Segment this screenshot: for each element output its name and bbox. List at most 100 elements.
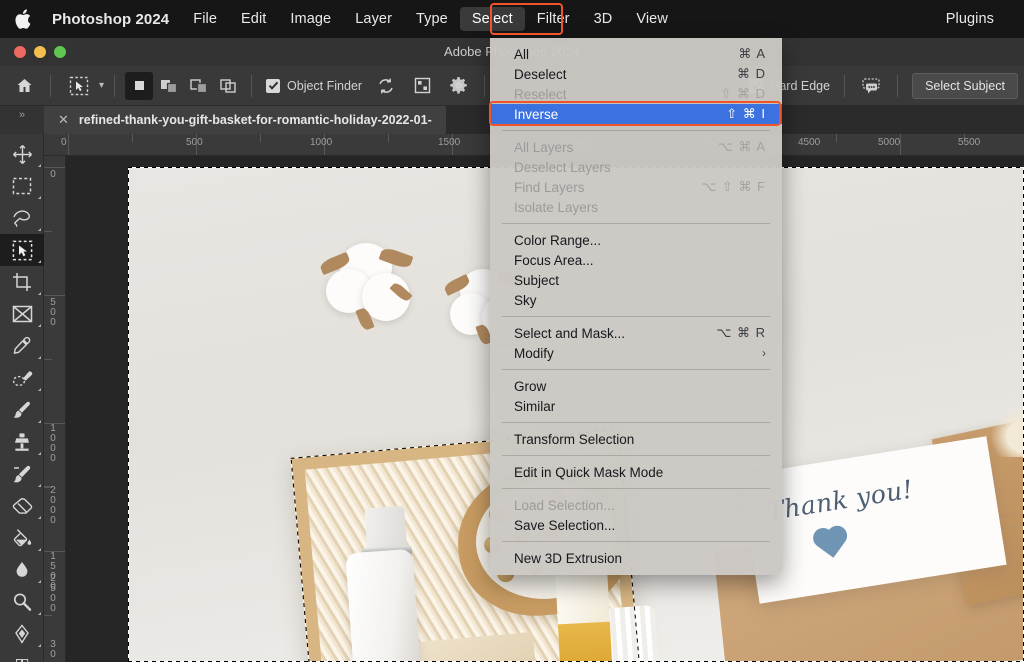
menubar-item-type[interactable]: Type — [404, 7, 460, 31]
ruler-v-label: 1500 — [48, 552, 58, 592]
ruler-v-label: 500 — [48, 298, 58, 328]
history-brush-tool[interactable] — [0, 458, 44, 490]
menu-item-label: All — [514, 47, 529, 62]
menu-item-edit-in-quick-mask-mode[interactable]: Edit in Quick Mask Mode — [490, 462, 782, 482]
lasso-tool[interactable] — [0, 202, 44, 234]
menu-item-label: Inverse — [514, 107, 558, 122]
checkbox-checked-icon[interactable] — [266, 79, 280, 93]
menu-item-shortcut: ⇧ ⌘ D — [720, 86, 766, 102]
cotton-flower — [318, 235, 428, 335]
menu-item-select-and-mask[interactable]: Select and Mask... ⌥ ⌘ R — [490, 323, 782, 343]
move-tool[interactable] — [0, 138, 44, 170]
ruler-v-label: 0 — [48, 170, 58, 180]
chevron-down-icon[interactable]: ▾ — [99, 80, 104, 91]
select-subject-cloud-icon[interactable] — [856, 71, 886, 101]
menu-item-inverse[interactable]: Inverse ⇧ ⌘ I — [490, 104, 782, 124]
menu-item-similar[interactable]: Similar — [490, 396, 782, 416]
ruler-v-label: 1000 — [48, 424, 58, 464]
pen-tool[interactable] — [0, 618, 44, 650]
dodge-tool[interactable] — [0, 586, 44, 618]
refresh-icon[interactable] — [371, 71, 401, 101]
menubar-item-plugins[interactable]: Plugins — [934, 7, 1006, 31]
menu-item-transform-selection[interactable]: Transform Selection — [490, 429, 782, 449]
vertical-ruler[interactable]: 0 500 1000 1500 — [44, 156, 66, 662]
ruler-h-label: 500 — [186, 137, 203, 148]
divider — [50, 75, 51, 97]
gear-icon[interactable] — [443, 71, 473, 101]
menu-item-save-selection[interactable]: Save Selection... — [490, 515, 782, 535]
menu-item-sky[interactable]: Sky — [490, 290, 782, 310]
type-tool[interactable]: T — [0, 650, 44, 662]
chevron-right-icon: › — [762, 346, 766, 360]
document-tab[interactable]: ✕ refined-thank-you-gift-basket-for-roma… — [44, 106, 446, 134]
blur-tool[interactable] — [0, 554, 44, 586]
menu-separator — [502, 488, 770, 489]
oil-bottle — [555, 564, 613, 662]
spot-healing-brush-tool[interactable] — [0, 362, 44, 394]
eraser-tool[interactable] — [0, 490, 44, 522]
object-selection-tool[interactable] — [0, 234, 44, 266]
menu-item-shortcut: ⌘ A — [738, 46, 766, 62]
close-icon[interactable]: ✕ — [58, 112, 69, 128]
menubar-item-file[interactable]: File — [181, 7, 229, 31]
divider — [484, 75, 485, 97]
new-selection-button[interactable] — [125, 72, 153, 100]
object-selection-tool-icon[interactable] — [64, 71, 94, 101]
apple-logo-icon[interactable] — [14, 8, 36, 30]
gradient-tool[interactable] — [0, 522, 44, 554]
home-icon[interactable] — [9, 71, 39, 101]
crop-tool[interactable] — [0, 266, 44, 298]
divider — [844, 75, 845, 97]
menu-item-isolate-layers: Isolate Layers — [490, 197, 782, 217]
menu-item-shortcut: ⌥ ⇧ ⌘ F — [701, 179, 766, 195]
menu-item-all-layers: All Layers ⌥ ⌘ A — [490, 137, 782, 157]
menu-item-focus-area[interactable]: Focus Area... — [490, 250, 782, 270]
frame-tool[interactable] — [0, 298, 44, 330]
menu-item-label: New 3D Extrusion — [514, 551, 622, 566]
menubar-item-3d[interactable]: 3D — [582, 7, 625, 31]
ruler-h-label: 5000 — [878, 137, 900, 148]
divider — [114, 75, 115, 97]
subtract-from-selection-button[interactable] — [185, 72, 213, 100]
menubar-app-name[interactable]: Photoshop 2024 — [48, 7, 181, 32]
menu-item-label: Find Layers — [514, 180, 585, 195]
menu-item-modify[interactable]: Modify › — [490, 343, 782, 363]
brush-tool[interactable] — [0, 394, 44, 426]
menu-item-label: Reselect — [514, 87, 567, 102]
menubar-item-layer[interactable]: Layer — [343, 7, 404, 31]
menu-item-label: Focus Area... — [514, 253, 594, 268]
expand-panels-icon[interactable]: » — [0, 106, 44, 134]
menu-item-color-range[interactable]: Color Range... — [490, 230, 782, 250]
menu-item-deselect[interactable]: Deselect ⌘ D — [490, 64, 782, 84]
select-menu-dropdown[interactable]: All ⌘ A Deselect ⌘ D Reselect ⇧ ⌘ D Inve… — [490, 38, 782, 575]
menubar-item-select[interactable]: Select — [460, 7, 525, 31]
menubar-item-edit[interactable]: Edit — [229, 7, 278, 31]
tool-preset-picker[interactable]: ▾ — [61, 71, 104, 101]
menu-separator — [502, 422, 770, 423]
menu-item-subject[interactable]: Subject — [490, 270, 782, 290]
menu-item-new-3d-extrusion[interactable]: New 3D Extrusion — [490, 548, 782, 568]
menubar-item-filter[interactable]: Filter — [525, 7, 582, 31]
menu-item-shortcut: ⇧ ⌘ I — [726, 106, 766, 122]
menu-item-label: Edit in Quick Mask Mode — [514, 465, 663, 480]
menubar-item-image[interactable]: Image — [278, 7, 343, 31]
object-finder-checkbox[interactable]: Object Finder — [266, 79, 362, 93]
tools-palette: T — [0, 134, 44, 662]
document-tab-label: refined-thank-you-gift-basket-for-romant… — [79, 113, 432, 127]
ruler-h-label: 5500 — [958, 137, 980, 148]
menu-item-grow[interactable]: Grow — [490, 376, 782, 396]
clone-stamp-tool[interactable] — [0, 426, 44, 458]
intersect-with-selection-button[interactable] — [215, 72, 243, 100]
menu-separator — [502, 223, 770, 224]
mac-menu-bar: Photoshop 2024 File Edit Image Layer Typ… — [0, 0, 1024, 38]
rectangular-marquee-tool[interactable] — [0, 170, 44, 202]
eyedropper-tool[interactable] — [0, 330, 44, 362]
heart-icon — [817, 530, 845, 558]
menu-item-label: Deselect — [514, 67, 567, 82]
show-all-objects-icon[interactable] — [407, 71, 437, 101]
menu-item-all[interactable]: All ⌘ A — [490, 44, 782, 64]
select-subject-button[interactable]: Select Subject — [912, 73, 1018, 99]
menu-item-deselect-layers: Deselect Layers — [490, 157, 782, 177]
add-to-selection-button[interactable] — [155, 72, 183, 100]
menubar-item-view[interactable]: View — [624, 7, 680, 31]
